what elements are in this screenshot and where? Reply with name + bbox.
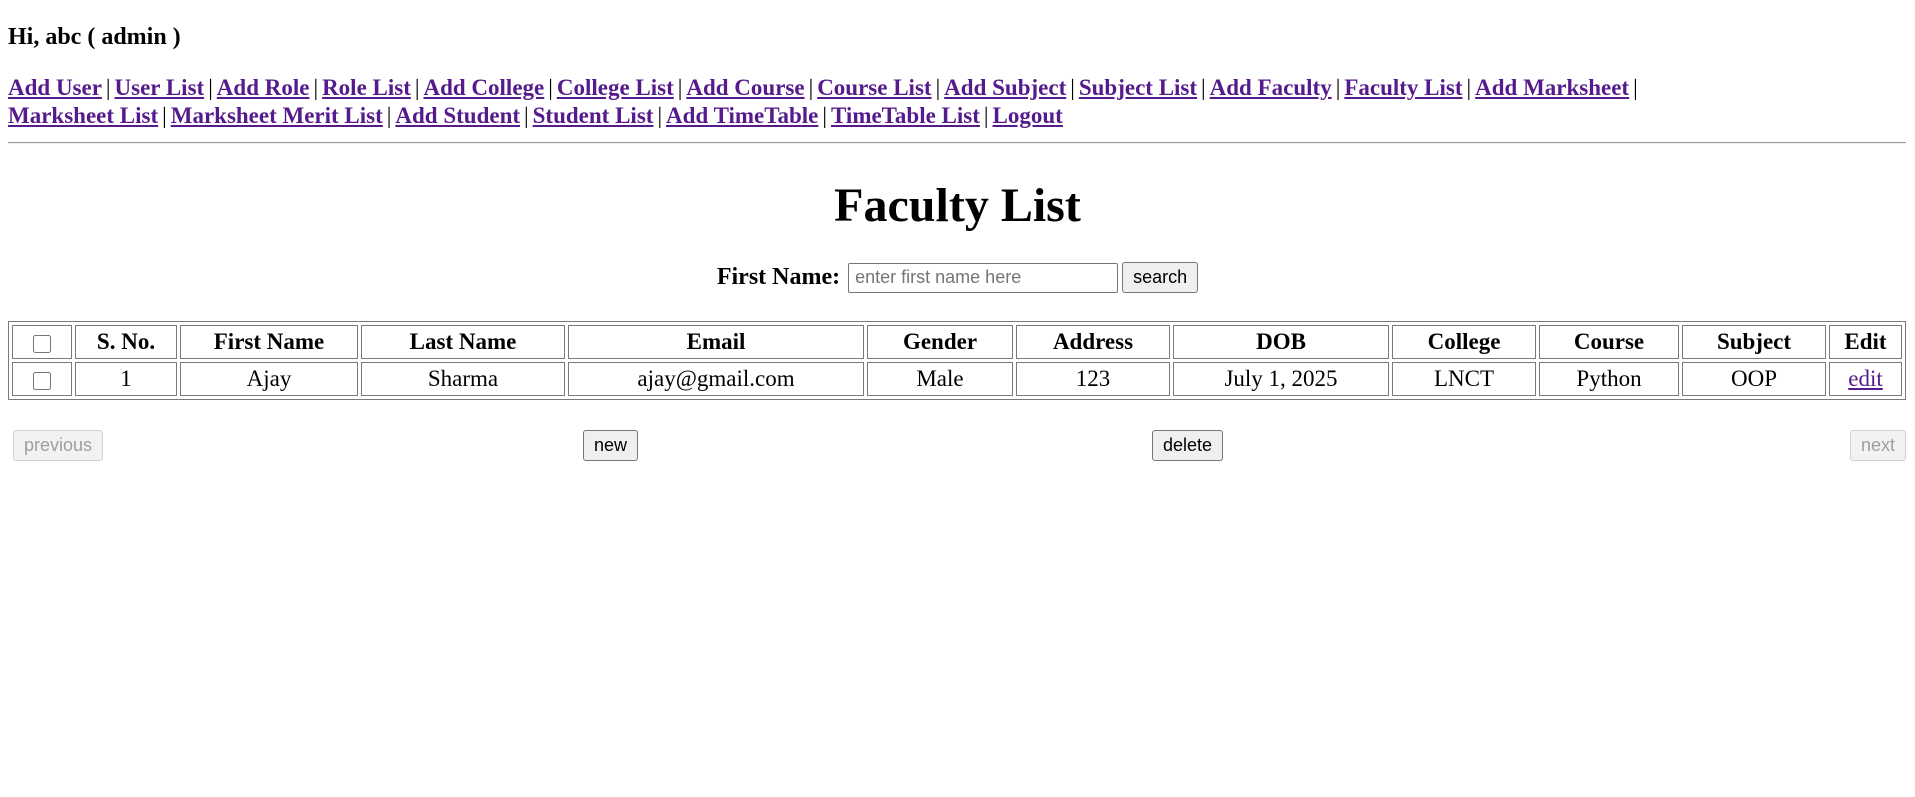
nav-marksheet-merit-list[interactable]: Marksheet Merit List	[171, 103, 383, 128]
cell-edit: edit	[1829, 362, 1902, 396]
nav-college-list[interactable]: College List	[557, 75, 674, 100]
nav-add-marksheet[interactable]: Add Marksheet	[1475, 75, 1629, 100]
nav-row-1: Add User | User List | Add Role | Role List | Ad…	[8, 75, 1638, 100]
cell-last-name: Sharma	[361, 362, 565, 396]
cell-dob: July 1, 2025	[1173, 362, 1389, 396]
cell-college: LNCT	[1392, 362, 1536, 396]
page-title: Faculty List	[834, 179, 1081, 232]
col-email: Email	[568, 325, 864, 359]
col-subject: Subject	[1682, 325, 1826, 359]
cell-course: Python	[1539, 362, 1679, 396]
pagination-bar: previous new delete next	[8, 430, 1906, 464]
nav-add-role[interactable]: Add Role	[217, 75, 310, 100]
col-college: College	[1392, 325, 1536, 359]
nav-add-user[interactable]: Add User	[8, 75, 102, 100]
nav-subject-list[interactable]: Subject List	[1079, 75, 1197, 100]
cell-sno: 1	[75, 362, 177, 396]
nav-menu: Add User | User List | Add Role | Role List | Ad…	[8, 74, 1908, 130]
edit-link[interactable]: edit	[1848, 366, 1883, 391]
nav-add-timetable[interactable]: Add TimeTable	[666, 103, 818, 128]
col-sno: S. No.	[75, 325, 177, 359]
faculty-table: S. No. First Name Last Name Email Gender…	[8, 321, 1906, 400]
nav-row-2: Marksheet List | Marksheet Merit List | Add …	[8, 103, 1063, 128]
col-address: Address	[1016, 325, 1170, 359]
nav-marksheet-list[interactable]: Marksheet List	[8, 103, 158, 128]
nav-add-course[interactable]: Add Course	[686, 75, 804, 100]
cell-email: ajay@gmail.com	[568, 362, 864, 396]
search-button[interactable]: search	[1122, 262, 1199, 293]
nav-course-list[interactable]: Course List	[817, 75, 931, 100]
table-header-row: S. No. First Name Last Name Email Gender…	[12, 325, 1902, 359]
nav-add-faculty[interactable]: Add Faculty	[1210, 75, 1332, 100]
nav-add-student[interactable]: Add Student	[395, 103, 520, 128]
cell-subject: OOP	[1682, 362, 1826, 396]
previous-button[interactable]: previous	[13, 430, 104, 461]
col-first-name: First Name	[180, 325, 358, 359]
nav-add-subject[interactable]: Add Subject	[944, 75, 1066, 100]
nav-add-college[interactable]: Add College	[423, 75, 544, 100]
col-last-name: Last Name	[361, 325, 565, 359]
col-dob: DOB	[1173, 325, 1389, 359]
nav-logout[interactable]: Logout	[993, 103, 1063, 128]
greeting: Hi, abc ( admin )	[8, 24, 181, 50]
col-course: Course	[1539, 325, 1679, 359]
cell-address: 123	[1016, 362, 1170, 396]
select-all-header	[12, 325, 72, 359]
next-button[interactable]: next	[1849, 430, 1906, 461]
row-select-checkbox[interactable]	[33, 371, 51, 390]
first-name-search-input[interactable]	[848, 262, 1119, 293]
nav-student-list[interactable]: Student List	[533, 103, 654, 128]
nav-user-list[interactable]: User List	[115, 75, 205, 100]
new-button[interactable]: new	[583, 430, 639, 461]
nav-role-list[interactable]: Role List	[322, 75, 411, 100]
nav-faculty-list[interactable]: Faculty List	[1344, 75, 1462, 100]
row-select-cell	[12, 362, 72, 396]
col-edit: Edit	[1829, 325, 1902, 359]
nav-timetable-list[interactable]: TimeTable List	[831, 103, 980, 128]
select-all-checkbox[interactable]	[33, 334, 51, 353]
first-name-label: First Name:	[716, 264, 841, 290]
search-bar: First Name: search	[8, 262, 1907, 293]
table-row: 1 Ajay Sharma ajay@gmail.com Male 123 Ju…	[12, 362, 1902, 396]
header-divider	[8, 142, 1906, 144]
cell-first-name: Ajay	[180, 362, 358, 396]
page: Hi, abc ( admin ) Add User | User List | Add…	[0, 0, 1915, 797]
cell-gender: Male	[867, 362, 1013, 396]
delete-button[interactable]: delete	[1152, 430, 1224, 461]
col-gender: Gender	[867, 325, 1013, 359]
